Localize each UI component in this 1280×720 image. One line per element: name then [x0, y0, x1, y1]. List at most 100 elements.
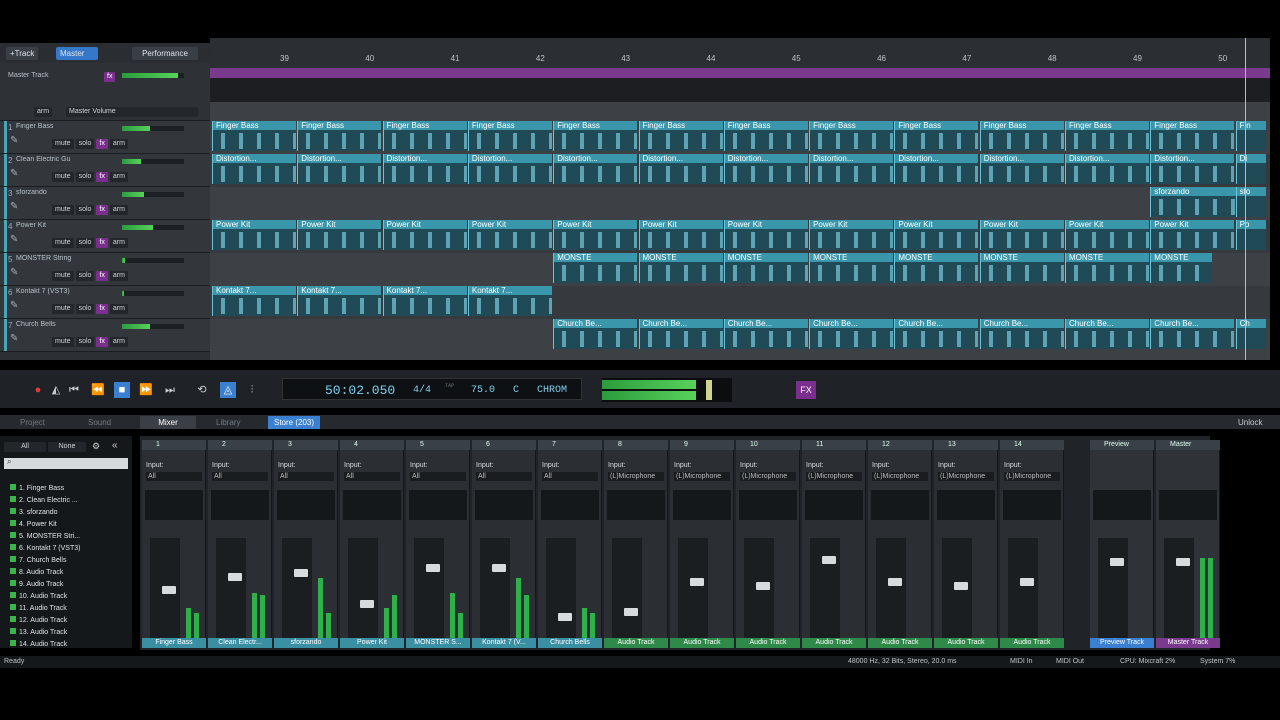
- fader-knob[interactable]: [1110, 558, 1124, 566]
- channel-strip[interactable]: 1 Input: All Finger Bass: [142, 440, 206, 648]
- fx-button[interactable]: fx: [96, 271, 108, 281]
- preview-strip[interactable]: Preview Preview Track: [1090, 440, 1154, 648]
- fader-knob[interactable]: [756, 582, 770, 590]
- volume-fader[interactable]: [216, 538, 246, 638]
- fx-button[interactable]: fx: [96, 205, 108, 215]
- track-lane[interactable]: Power Kit Power Kit Power Kit Power Kit Powe…: [210, 220, 1270, 253]
- arm-button[interactable]: arm: [109, 271, 128, 281]
- volume-fader[interactable]: [612, 538, 642, 638]
- clip[interactable]: Distortion...: [809, 154, 894, 184]
- clip[interactable]: MONSTE: [979, 253, 1064, 283]
- time-display[interactable]: 50:02.050 4/4 TAP 75.0 C CHROM: [282, 378, 582, 400]
- track-header[interactable]: 5 MONSTER String ✎ mute solo fx arm: [0, 253, 210, 286]
- master-button[interactable]: Master: [56, 47, 98, 60]
- clip[interactable]: Distortion...: [1150, 154, 1235, 184]
- metronome-icon[interactable]: ◭: [48, 382, 64, 398]
- track-lane[interactable]: Distortion... Distortion... Distortion... D…: [210, 154, 1270, 187]
- clip[interactable]: Power Kit: [212, 220, 296, 250]
- channel-strip[interactable]: 7 Input: All Church Bells: [538, 440, 602, 648]
- time-signature[interactable]: 4/4: [413, 385, 431, 396]
- browser-search-input[interactable]: ⌕: [4, 457, 128, 469]
- clip[interactable]: MONSTE: [553, 253, 638, 283]
- collapse-icon[interactable]: «: [112, 440, 118, 451]
- clip[interactable]: Distortion...: [212, 154, 296, 184]
- input-select[interactable]: (L)Microphone: [674, 472, 730, 481]
- solo-button[interactable]: solo: [75, 238, 95, 248]
- clip[interactable]: Church Be...: [979, 319, 1064, 349]
- track-name[interactable]: Clean Electric Gu: [16, 156, 86, 163]
- input-select[interactable]: (L)Microphone: [608, 472, 664, 481]
- master-track-header[interactable]: Master Track fx arm Master Volume: [0, 63, 210, 121]
- channel-strip[interactable]: 14 Input: (L)Microphone Audio Track: [1000, 440, 1064, 648]
- fader-knob[interactable]: [360, 599, 374, 608]
- fx-button[interactable]: fx: [96, 337, 108, 347]
- clip[interactable]: Church Be...: [638, 319, 723, 349]
- performance-button[interactable]: Performance: [132, 47, 198, 60]
- channel-strip[interactable]: 11 Input: (L)Microphone Audio Track: [802, 440, 866, 648]
- browser-item[interactable]: 14. Audio Track: [10, 640, 67, 648]
- fx-button[interactable]: fx: [96, 238, 108, 248]
- clip[interactable]: Ch: [1235, 319, 1266, 349]
- arm-button[interactable]: arm: [109, 172, 128, 182]
- input-select[interactable]: All: [278, 472, 334, 481]
- volume-fader[interactable]: [942, 538, 972, 638]
- mute-button[interactable]: mute: [52, 271, 74, 281]
- automation-select[interactable]: Master Volume: [66, 107, 198, 117]
- timeline-ruler[interactable]: 39 40 41 42 43 44 45 46 47 48 49 50: [210, 38, 1270, 68]
- track-lane[interactable]: MONSTE MONSTE MONSTE MONSTE MONSTE MONSTE MONS…: [210, 253, 1270, 286]
- instrument-icon[interactable]: ✎: [10, 135, 24, 147]
- arm-button[interactable]: arm: [109, 205, 128, 215]
- arm-button[interactable]: arm: [109, 139, 128, 149]
- track-lane[interactable]: Kontakt 7... Kontakt 7... Kontakt 7... Kont…: [210, 286, 1270, 319]
- clip[interactable]: Distortion...: [894, 154, 979, 184]
- clip[interactable]: Finger Bass: [979, 121, 1064, 151]
- clip[interactable]: Church Be...: [809, 319, 894, 349]
- clip[interactable]: sfo: [1235, 187, 1266, 217]
- instrument-icon[interactable]: ✎: [10, 201, 24, 213]
- clip[interactable]: Kontakt 7...: [297, 286, 382, 316]
- channel-name[interactable]: Audio Track: [736, 638, 800, 648]
- track-header[interactable]: 3 sforzando ✎ mute solo fx arm: [0, 187, 210, 220]
- master-fx-button[interactable]: fx: [104, 72, 116, 82]
- mute-button[interactable]: mute: [52, 172, 74, 182]
- fader-knob[interactable]: [162, 586, 176, 595]
- fader-knob[interactable]: [1176, 558, 1190, 566]
- clip[interactable]: Fin: [1235, 121, 1266, 151]
- arm-button[interactable]: arm: [109, 337, 128, 347]
- channel-strip[interactable]: 3 Input: All sforzando: [274, 440, 338, 648]
- track-lane[interactable]: Church Be... Church Be... Church Be... Chur…: [210, 319, 1270, 352]
- clip[interactable]: Power Kit: [809, 220, 894, 250]
- rewind-icon[interactable]: ⏪: [90, 382, 106, 398]
- track-header[interactable]: 1 Finger Bass ✎ mute solo fx arm: [0, 121, 210, 154]
- arm-button[interactable]: arm: [109, 304, 128, 314]
- volume-fader[interactable]: [480, 538, 510, 638]
- channel-name[interactable]: Audio Track: [868, 638, 932, 648]
- gear-icon[interactable]: ⚙: [92, 441, 100, 452]
- track-name[interactable]: Finger Bass: [16, 123, 86, 130]
- browser-item[interactable]: 2. Clean Electric ...: [10, 496, 78, 504]
- browser-item[interactable]: 1. Finger Bass: [10, 484, 64, 492]
- browser-item[interactable]: 5. MONSTER Stri...: [10, 532, 80, 540]
- input-select[interactable]: (L)Microphone: [740, 472, 796, 481]
- clip[interactable]: Kontakt 7...: [467, 286, 552, 316]
- channel-name[interactable]: Power Kit: [340, 638, 404, 648]
- channel-strip[interactable]: 2 Input: All Clean Electr...: [208, 440, 272, 648]
- track-header[interactable]: 4 Power Kit ✎ mute solo fx arm: [0, 220, 210, 253]
- fx-button[interactable]: fx: [96, 304, 108, 314]
- track-name[interactable]: sforzando: [16, 189, 86, 196]
- clip[interactable]: Distortion...: [553, 154, 638, 184]
- input-select[interactable]: (L)Microphone: [872, 472, 928, 481]
- clip[interactable]: Power Kit: [553, 220, 638, 250]
- track-name[interactable]: MONSTER String: [16, 255, 86, 262]
- master-fx-button-transport[interactable]: FX: [796, 381, 816, 399]
- track-header[interactable]: 6 Kontakt 7 (VST3) ✎ mute solo fx arm: [0, 286, 210, 319]
- channel-name[interactable]: Audio Track: [670, 638, 734, 648]
- volume-fader[interactable]: [414, 538, 444, 638]
- scale-value[interactable]: CHROM: [537, 385, 567, 396]
- channel-strip[interactable]: 4 Input: All Power Kit: [340, 440, 404, 648]
- fader-knob[interactable]: [624, 608, 638, 617]
- clip[interactable]: Power Kit: [297, 220, 382, 250]
- browser-item[interactable]: 4. Power Kit: [10, 520, 57, 528]
- fader-knob[interactable]: [492, 564, 506, 573]
- browser-item[interactable]: 3. sforzando: [10, 508, 58, 516]
